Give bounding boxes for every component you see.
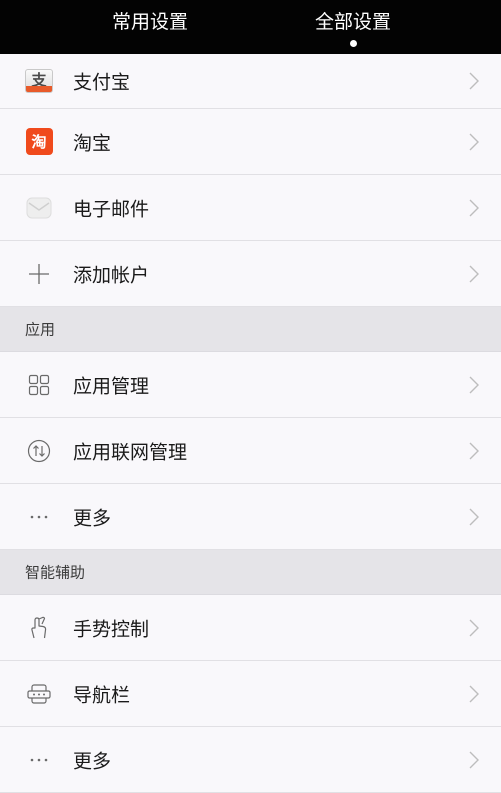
list-item-label: 添加帐户 [73, 264, 150, 286]
chevron-right-icon [469, 72, 479, 90]
active-tab-indicator [349, 40, 357, 47]
section-header-apps: 应用 [0, 307, 501, 352]
chevron-right-icon [469, 133, 479, 150]
tab-all-settings[interactable]: 全部设置 [298, 10, 408, 50]
more-icon [25, 746, 53, 774]
tab-all-settings-label: 全部设置 [314, 11, 391, 33]
list-item-email[interactable]: 电子邮件 [0, 175, 501, 241]
chevron-right-icon [469, 442, 479, 459]
list-item-alipay[interactable]: 支 支付宝 [0, 54, 501, 109]
chevron-right-icon [469, 685, 479, 702]
list-item-label: 支付宝 [73, 71, 131, 94]
chevron-right-icon [469, 376, 479, 393]
list-item-app-network-management[interactable]: 应用联网管理 [0, 418, 501, 484]
list-item-apps-more[interactable]: 更多 [0, 484, 501, 550]
chevron-right-icon [469, 199, 479, 216]
list-item-label: 应用管理 [73, 375, 150, 397]
list-item-label: 导航栏 [73, 684, 131, 706]
network-icon [25, 437, 53, 465]
list-item-navigation-bar[interactable]: 导航栏 [0, 661, 501, 727]
navbar-icon [25, 680, 53, 708]
list-item-label: 手势控制 [73, 618, 150, 640]
tab-common-settings[interactable]: 常用设置 [95, 10, 205, 50]
list-item-app-management[interactable]: 应用管理 [0, 352, 501, 418]
chevron-right-icon [469, 265, 479, 282]
list-item-label: 更多 [73, 507, 112, 529]
chevron-right-icon [469, 751, 479, 768]
list-item-label: 更多 [73, 750, 112, 772]
list-item-add-account[interactable]: 添加帐户 [0, 241, 501, 307]
tab-common-settings-label: 常用设置 [111, 11, 188, 33]
list-item-gesture-control[interactable]: 手势控制 [0, 595, 501, 661]
list-item-label: 电子邮件 [73, 198, 150, 220]
settings-list: 支 支付宝 淘 淘宝 电子邮件 添加帐户 应用 应用管理 应用联网管理 更多 智… [0, 54, 501, 793]
section-title: 智能辅助 [25, 563, 86, 582]
chevron-right-icon [469, 619, 479, 636]
grid-icon [25, 371, 53, 399]
gesture-icon [25, 614, 53, 642]
mail-icon [25, 194, 53, 222]
chevron-right-icon [469, 508, 479, 525]
taobao-icon: 淘 [25, 128, 53, 156]
list-item-label: 应用联网管理 [73, 441, 188, 463]
list-item-assist-more[interactable]: 更多 [0, 727, 501, 793]
section-title: 应用 [25, 320, 56, 339]
top-tab-bar: 常用设置 全部设置 [0, 0, 501, 54]
alipay-icon: 支 [25, 67, 53, 95]
plus-icon [25, 260, 53, 288]
section-header-smart-assist: 智能辅助 [0, 550, 501, 595]
list-item-taobao[interactable]: 淘 淘宝 [0, 109, 501, 175]
more-icon [25, 503, 53, 531]
list-item-label: 淘宝 [73, 132, 112, 154]
